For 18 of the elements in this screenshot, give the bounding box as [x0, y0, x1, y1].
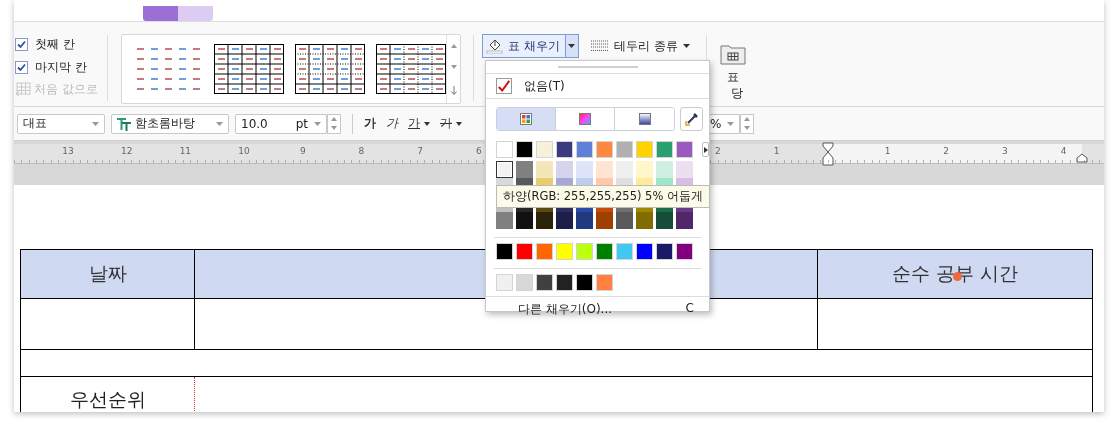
tooltip: 하양(RGB: 255,255,255) 5% 어둡게: [496, 185, 710, 208]
table-cell: 날짜: [20, 249, 195, 299]
ruler-number: 3: [1001, 145, 1009, 158]
ruler-number: 6: [474, 145, 483, 158]
ruler-number: 11: [178, 145, 193, 158]
ruler-number: 10: [237, 145, 251, 158]
ruler-number: 9: [298, 145, 307, 158]
ruler-number: 1: [772, 145, 781, 158]
ruler-number: 2: [942, 145, 951, 158]
ruler-number: 12: [119, 145, 134, 158]
table-cell: 순수 공부 시간: [817, 249, 1093, 299]
ruler-number: 8: [357, 145, 366, 158]
ruler-number: 13: [61, 145, 75, 158]
ruler-number: 4: [1059, 145, 1068, 158]
shortcut-key: C: [685, 301, 694, 318]
ruler-number: 7: [416, 145, 424, 158]
ruler-number: 1: [883, 145, 892, 158]
ruler-number: 2: [713, 145, 722, 158]
